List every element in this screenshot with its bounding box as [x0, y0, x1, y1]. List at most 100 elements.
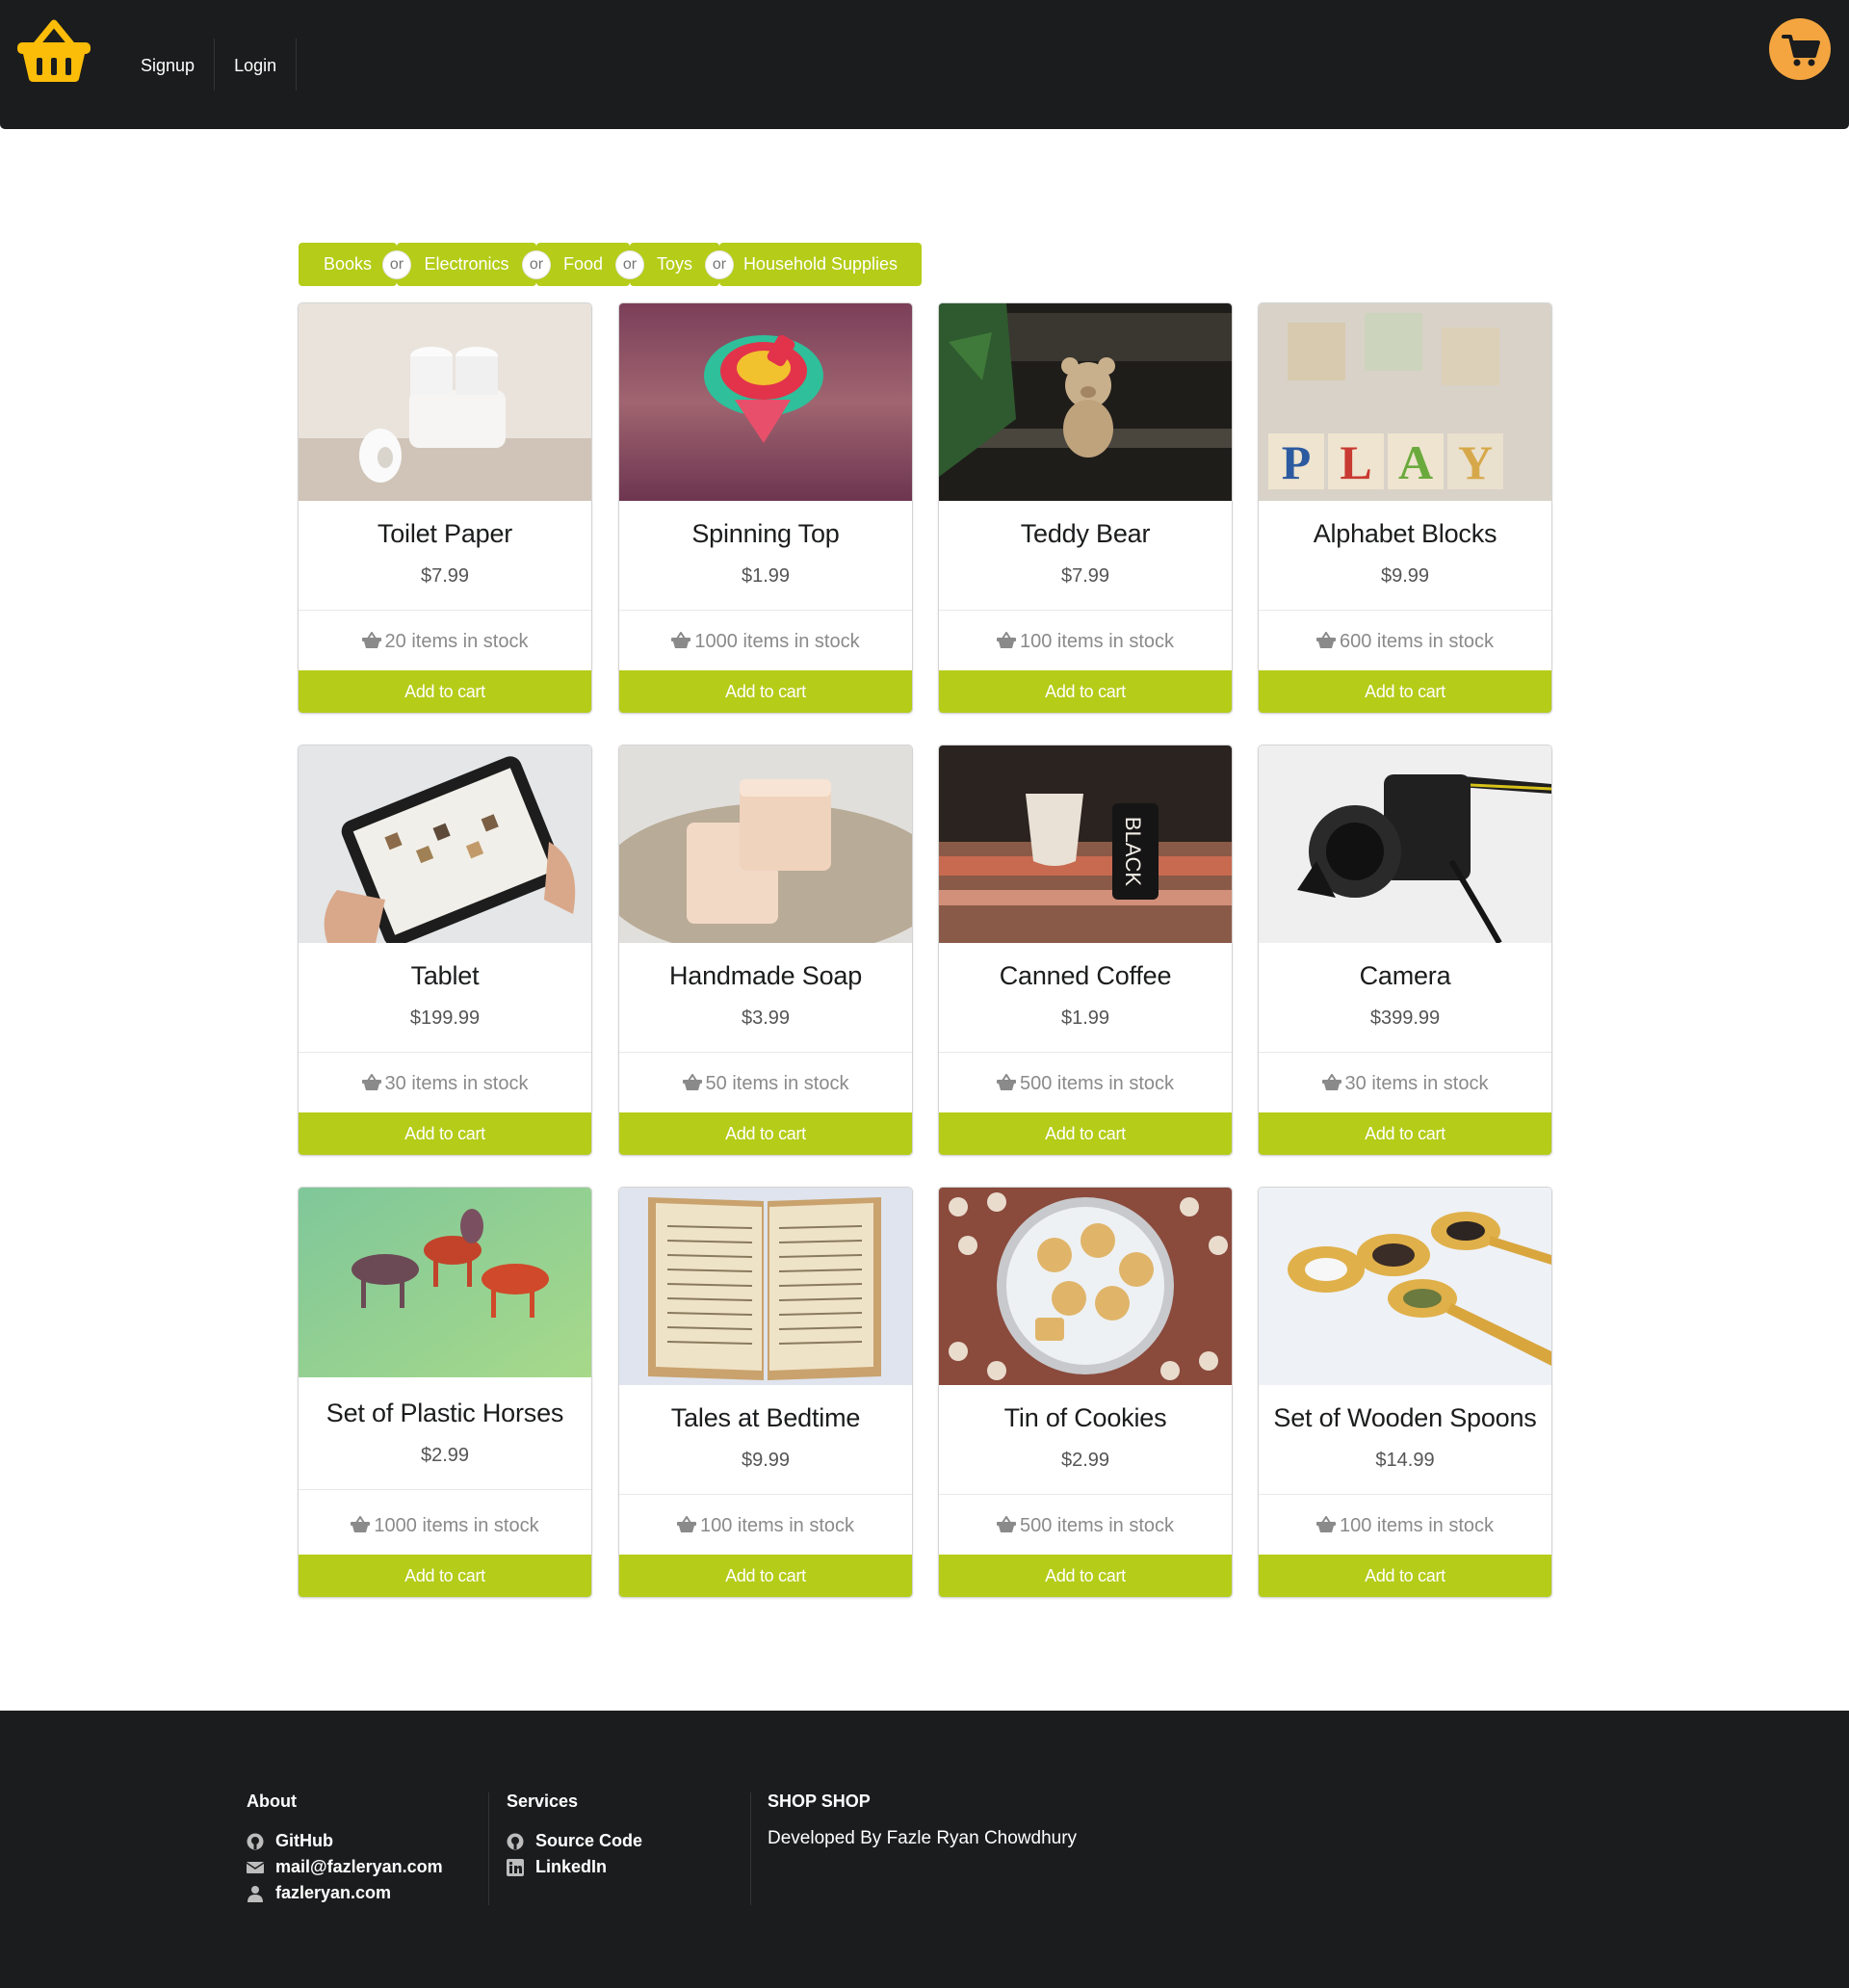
product-card: Tales at Bedtime $9.99 100 items in stoc…: [619, 1188, 912, 1597]
product-price: $399.99: [1369, 1007, 1441, 1029]
product-image-handmade-soap[interactable]: [619, 746, 912, 943]
footer: About GitHub mail@fazleryan.com fazlerya…: [0, 1711, 1849, 1988]
or-divider: or: [705, 250, 734, 279]
product-image-tales-at-bedtime[interactable]: [619, 1188, 912, 1385]
product-price: $3.99: [741, 1007, 791, 1029]
product-stock: 1000 items in stock: [299, 1515, 591, 1537]
footer-services-title: Services: [507, 1792, 579, 1811]
footer-website-link[interactable]: fazleryan.com: [247, 1880, 443, 1906]
add-to-cart-button[interactable]: Add to cart: [939, 1555, 1232, 1597]
footer-about-title: About: [247, 1792, 297, 1811]
product-name[interactable]: Toilet Paper: [299, 519, 591, 549]
product-stock: 100 items in stock: [1259, 1515, 1551, 1537]
shopping-basket-icon[interactable]: [15, 19, 92, 83]
product-image-teddy-bear[interactable]: [939, 303, 1232, 501]
footer-source-code-link[interactable]: Source Code: [507, 1828, 642, 1854]
add-to-cart-button[interactable]: Add to cart: [299, 1555, 591, 1597]
product-price: $1.99: [1060, 1007, 1110, 1029]
product-card: Teddy Bear $7.99 100 items in stock Add …: [939, 303, 1232, 713]
product-image-alphabet-blocks[interactable]: PLAY: [1259, 303, 1551, 501]
add-to-cart-button[interactable]: Add to cart: [1259, 1112, 1551, 1155]
cart-icon: [1782, 35, 1820, 66]
main-nav: Signup Login: [121, 39, 298, 91]
product-name[interactable]: Set of Plastic Horses: [299, 1399, 591, 1428]
add-to-cart-button[interactable]: Add to cart: [619, 1112, 912, 1155]
product-name[interactable]: Tales at Bedtime: [619, 1403, 912, 1433]
user-icon: [247, 1885, 263, 1902]
product-name[interactable]: Handmade Soap: [619, 961, 912, 991]
github-icon: [507, 1833, 524, 1849]
svg-text:BLACK: BLACK: [1121, 817, 1145, 886]
product-card: Toilet Paper $7.99 20 items in stock Add…: [299, 303, 591, 713]
product-name[interactable]: Spinning Top: [619, 519, 912, 549]
shopping-basket-icon: [996, 1074, 1016, 1090]
shopping-basket-icon: [996, 1516, 1016, 1532]
category-filter: Books or Electronics or Food or Toys or …: [299, 243, 922, 286]
product-price: $14.99: [1375, 1450, 1435, 1471]
product-image-tin-of-cookies[interactable]: [939, 1188, 1232, 1385]
product-price: $9.99: [741, 1450, 791, 1471]
login-link[interactable]: Login: [215, 39, 298, 91]
product-image-plastic-horses[interactable]: [299, 1188, 591, 1377]
svg-text:P: P: [1282, 435, 1312, 489]
product-name[interactable]: Teddy Bear: [939, 519, 1232, 549]
add-to-cart-button[interactable]: Add to cart: [299, 1112, 591, 1155]
signup-link[interactable]: Signup: [121, 39, 216, 91]
footer-brand-column: SHOP SHOP Developed By Fazle Ryan Chowdh…: [768, 1792, 1077, 1849]
footer-credit-text: Developed By Fazle Ryan Chowdhury: [768, 1828, 1078, 1848]
product-name[interactable]: Set of Wooden Spoons: [1259, 1403, 1551, 1433]
product-price: $7.99: [1060, 565, 1110, 587]
product-image-tablet[interactable]: [299, 746, 591, 943]
footer-linkedin-link[interactable]: LinkedIn: [507, 1854, 642, 1880]
footer-github-link[interactable]: GitHub: [247, 1828, 443, 1854]
product-name[interactable]: Tin of Cookies: [939, 1403, 1232, 1433]
add-to-cart-button[interactable]: Add to cart: [939, 670, 1232, 713]
product-card: PLAY Alphabet Blocks $9.99 600 items in …: [1259, 303, 1551, 713]
shopping-basket-icon: [996, 632, 1016, 648]
footer-email-link[interactable]: mail@fazleryan.com: [247, 1854, 443, 1880]
add-to-cart-button[interactable]: Add to cart: [1259, 670, 1551, 713]
category-electronics-button[interactable]: Electronics: [397, 243, 536, 286]
shopping-basket-icon: [1321, 1074, 1341, 1090]
category-household-supplies-button[interactable]: Household Supplies: [719, 243, 922, 286]
svg-text:L: L: [1340, 435, 1371, 489]
product-image-canned-coffee[interactable]: BLACK: [939, 746, 1232, 943]
product-card: Set of Plastic Horses $2.99 1000 items i…: [299, 1188, 591, 1597]
product-stock: 100 items in stock: [939, 631, 1232, 653]
product-name[interactable]: Canned Coffee: [939, 961, 1232, 991]
product-image-wooden-spoons[interactable]: [1259, 1188, 1551, 1385]
product-stock: 50 items in stock: [619, 1073, 912, 1095]
product-card: Tablet $199.99 30 items in stock Add to …: [299, 746, 591, 1155]
product-price: $1.99: [741, 565, 791, 587]
add-to-cart-button[interactable]: Add to cart: [939, 1112, 1232, 1155]
add-to-cart-button[interactable]: Add to cart: [619, 1555, 912, 1597]
product-stock: 30 items in stock: [1259, 1073, 1551, 1095]
shopping-basket-icon: [361, 632, 381, 648]
product-name[interactable]: Alphabet Blocks: [1259, 519, 1551, 549]
product-stock: 20 items in stock: [299, 631, 591, 653]
product-image-camera[interactable]: [1259, 746, 1551, 943]
product-card: Handmade Soap $3.99 50 items in stock Ad…: [619, 746, 912, 1155]
shopping-basket-icon: [682, 1074, 702, 1090]
add-to-cart-button[interactable]: Add to cart: [299, 670, 591, 713]
product-name[interactable]: Tablet: [299, 961, 591, 991]
product-image-toilet-paper[interactable]: [299, 303, 591, 501]
product-image-spinning-top[interactable]: [619, 303, 912, 501]
cart-button[interactable]: [1769, 18, 1831, 80]
github-icon: [247, 1833, 264, 1849]
add-to-cart-button[interactable]: Add to cart: [1259, 1555, 1551, 1597]
product-name[interactable]: Camera: [1259, 961, 1551, 991]
shopping-basket-icon: [1315, 1516, 1336, 1532]
shopping-basket-icon: [676, 1516, 696, 1532]
or-divider: or: [615, 250, 644, 279]
product-price: $2.99: [1060, 1450, 1110, 1471]
product-stock: 500 items in stock: [939, 1515, 1232, 1537]
shopping-basket-icon: [1315, 632, 1336, 648]
footer-about-column: About GitHub mail@fazleryan.com fazlerya…: [247, 1792, 443, 1906]
footer-brand-title: SHOP SHOP: [768, 1792, 871, 1811]
product-card: Set of Wooden Spoons $14.99 100 items in…: [1259, 1188, 1551, 1597]
add-to-cart-button[interactable]: Add to cart: [619, 670, 912, 713]
or-divider: or: [522, 250, 551, 279]
product-stock: 600 items in stock: [1259, 631, 1551, 653]
product-price: $199.99: [409, 1007, 481, 1029]
